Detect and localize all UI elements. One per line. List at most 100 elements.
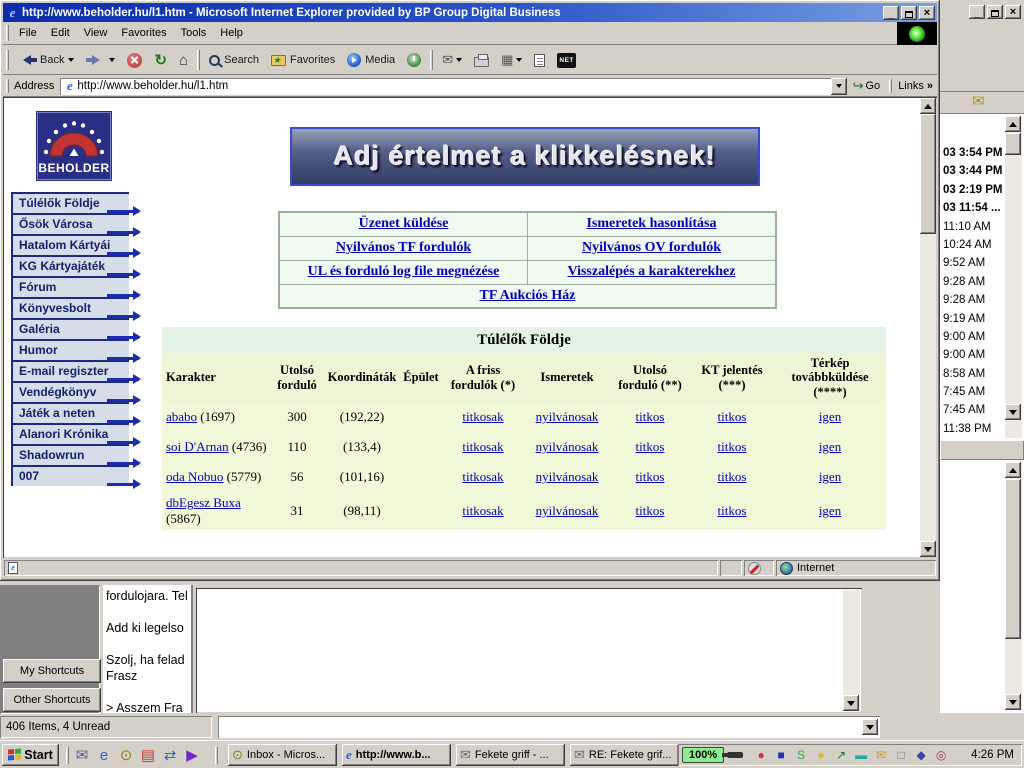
message-received-time[interactable]: 9:19 AM bbox=[940, 310, 1004, 328]
message-received-time[interactable]: 9:28 AM bbox=[940, 273, 1004, 291]
sidebar-item[interactable]: Vendégkönyv bbox=[11, 381, 129, 402]
link-tf-aukcios-haz[interactable]: TF Aukciós Ház bbox=[480, 288, 576, 303]
scroll-up-button[interactable] bbox=[1005, 116, 1021, 132]
message-received-time[interactable]: 8:58 AM bbox=[940, 365, 1004, 383]
message-received-time[interactable]: 03 3:44 PM bbox=[940, 162, 1004, 180]
fresh-turns-link[interactable]: titkosak bbox=[462, 469, 503, 484]
knowledge-link[interactable]: nyilvánosak bbox=[536, 503, 599, 518]
forward-button[interactable] bbox=[81, 52, 120, 68]
message-received-time[interactable]: 7:45 AM bbox=[940, 383, 1004, 401]
fresh-turns-link[interactable]: titkosak bbox=[462, 439, 503, 454]
minimize-button[interactable]: _ bbox=[969, 5, 985, 19]
sidebar-item[interactable]: Fórum bbox=[11, 276, 129, 297]
scroll-down-button[interactable] bbox=[1005, 404, 1021, 420]
toolbar-grip[interactable] bbox=[6, 79, 9, 93]
stop-button[interactable] bbox=[122, 50, 147, 71]
sidebar-item[interactable]: Humor bbox=[11, 339, 129, 360]
message-received-time[interactable]: 7:45 AM bbox=[940, 401, 1004, 419]
outlook-message-list[interactable]: 03 3:54 PM 03 3:44 PM 03 2:19 PM 03 11:5… bbox=[940, 113, 1024, 440]
scroll-down-button[interactable] bbox=[1005, 694, 1021, 710]
links-chevron-icon[interactable]: » bbox=[927, 80, 937, 92]
scroll-up-button[interactable] bbox=[920, 98, 936, 114]
message-received-time[interactable]: 9:00 AM bbox=[940, 346, 1004, 364]
sidebar-item[interactable]: Alanori Krónika bbox=[11, 423, 129, 444]
menu-item[interactable]: View bbox=[77, 24, 115, 42]
link-uzenet-kuldese[interactable]: Üzenet küldése bbox=[359, 216, 449, 231]
magnifier-icon[interactable]: ◎ bbox=[933, 747, 950, 764]
media-player-icon[interactable]: ▶ bbox=[182, 745, 202, 765]
compose-mail-icon[interactable]: ✉ bbox=[72, 745, 92, 765]
scrollbar-thumb[interactable] bbox=[920, 114, 936, 234]
message-received-time[interactable]: 11:38 PM bbox=[940, 420, 1004, 438]
minimize-button[interactable]: _ bbox=[883, 6, 899, 20]
sidebar-item[interactable]: KG Kártyajáték bbox=[11, 255, 129, 276]
knowledge-link[interactable]: nyilvánosak bbox=[536, 469, 599, 484]
updater-icon[interactable]: ↗ bbox=[833, 747, 850, 764]
knowledge-link[interactable]: nyilvánosak bbox=[536, 439, 599, 454]
message-received-time[interactable]: 03 3:54 PM bbox=[940, 144, 1004, 162]
battery-indicator[interactable]: 100% bbox=[682, 747, 724, 763]
back-button[interactable]: Back bbox=[13, 51, 79, 69]
map-forward-link[interactable]: igen bbox=[819, 469, 841, 484]
character-link[interactable]: ababo bbox=[166, 409, 197, 424]
home-button[interactable]: ⌂ bbox=[174, 49, 193, 72]
character-link[interactable]: oda Nobuo bbox=[166, 469, 223, 484]
task-button[interactable]: ⊙ Inbox - Micros... bbox=[228, 744, 337, 766]
my-shortcuts-button[interactable]: My Shortcuts bbox=[3, 659, 101, 683]
last-turn-link[interactable]: titkos bbox=[636, 469, 665, 484]
mail-notify-icon[interactable]: ✉ bbox=[873, 747, 890, 764]
folder-sync-icon[interactable]: ⇄ bbox=[160, 745, 180, 765]
history-button[interactable] bbox=[402, 50, 426, 70]
refresh-button[interactable]: ↻ bbox=[149, 48, 172, 72]
mail-button[interactable]: ✉ bbox=[437, 49, 467, 71]
fan-icon[interactable]: ● bbox=[753, 747, 770, 764]
last-turn-link[interactable]: titkos bbox=[636, 409, 665, 424]
link-nyilvanos-ov-fordulok[interactable]: Nyilvános OV fordulók bbox=[582, 240, 721, 255]
character-link[interactable]: dbEgesz Buxa bbox=[166, 495, 241, 510]
search-button[interactable]: Search bbox=[204, 51, 264, 69]
close-button[interactable]: × bbox=[919, 6, 935, 20]
kt-report-link[interactable]: titkos bbox=[718, 469, 747, 484]
message-received-time[interactable]: 10:24 AM bbox=[940, 236, 1004, 254]
fresh-turns-link[interactable]: titkosak bbox=[462, 503, 503, 518]
kt-report-link[interactable]: titkos bbox=[718, 409, 747, 424]
preview-scrollbar[interactable] bbox=[1005, 462, 1022, 710]
sidebar-item[interactable]: E-mail regiszter bbox=[11, 360, 129, 381]
beholder-logo[interactable]: BEHOLDER bbox=[36, 111, 112, 181]
sidebar-item[interactable]: 007 bbox=[11, 465, 129, 486]
print-button[interactable] bbox=[469, 51, 494, 70]
edit-button[interactable]: ▦ bbox=[496, 49, 527, 71]
banner[interactable]: Adj értelmet a klikkelésnek! bbox=[290, 127, 760, 186]
sidebar-item[interactable]: Galéria bbox=[11, 318, 129, 339]
scroll-up-button[interactable] bbox=[1005, 462, 1021, 478]
map-forward-link[interactable]: igen bbox=[819, 503, 841, 518]
page-scrollbar[interactable] bbox=[920, 98, 936, 557]
sidebar-item[interactable]: Könyvesbolt bbox=[11, 297, 129, 318]
toolbar-grip[interactable] bbox=[6, 50, 9, 70]
network-cable-icon[interactable]: S bbox=[793, 747, 810, 764]
net-button[interactable]: NET bbox=[552, 50, 581, 71]
last-turn-link[interactable]: titkos bbox=[636, 503, 665, 518]
sidebar-item[interactable]: Játék a neten bbox=[11, 402, 129, 423]
taskbar-clock[interactable]: 4:26 PM bbox=[971, 749, 1018, 761]
sidebar-item[interactable]: Shadowrun bbox=[11, 444, 129, 465]
knowledge-link[interactable]: nyilvánosak bbox=[536, 409, 599, 424]
scroll-down-button[interactable] bbox=[920, 541, 936, 557]
outlook-icon[interactable]: ⊙ bbox=[116, 745, 136, 765]
sidebar-item[interactable]: Hatalom Kártyái bbox=[11, 234, 129, 255]
menu-item[interactable]: Help bbox=[213, 24, 250, 42]
discuss-button[interactable] bbox=[529, 51, 550, 70]
link-ul-log-file[interactable]: UL és forduló log file megnézése bbox=[308, 264, 500, 279]
message-received-time[interactable]: 9:52 AM bbox=[940, 254, 1004, 272]
messenger-icon[interactable]: ● bbox=[813, 747, 830, 764]
list-scrollbar[interactable] bbox=[1005, 116, 1022, 438]
map-forward-link[interactable]: igen bbox=[819, 409, 841, 424]
go-button[interactable]: ↪Go bbox=[847, 76, 887, 96]
character-link[interactable]: soi D'Arnan bbox=[166, 439, 229, 454]
toolbar-grip[interactable] bbox=[6, 25, 9, 40]
message-text-pane[interactable]: fordulojara. TelAdd ki legelsoSzolj, ha … bbox=[103, 585, 193, 713]
scroll-down-button[interactable] bbox=[843, 695, 859, 711]
address-dropdown-button[interactable] bbox=[831, 78, 847, 95]
menu-item[interactable]: Edit bbox=[44, 24, 77, 42]
antivirus-icon[interactable]: ◆ bbox=[913, 747, 930, 764]
